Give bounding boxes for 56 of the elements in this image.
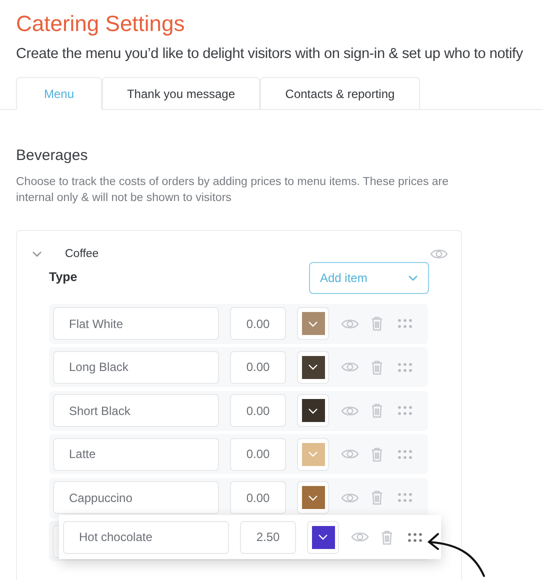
chevron-down-icon	[318, 534, 328, 540]
price-field[interactable]: 0.00	[230, 438, 286, 471]
page-subtitle: Create the menu you’d like to delight visitors with on sign-in & set up who to notify	[16, 45, 523, 64]
trash-icon[interactable]	[371, 446, 383, 462]
price-field[interactable]: 0.00	[230, 481, 286, 514]
drag-handle-icon[interactable]	[398, 362, 412, 372]
item-name-field[interactable]: Latte	[53, 438, 219, 471]
drag-handle-icon[interactable]	[398, 406, 412, 416]
type-label: Type	[49, 269, 78, 286]
chevron-down-icon	[308, 494, 318, 501]
trash-icon[interactable]	[371, 490, 383, 506]
page-title: Catering Settings	[16, 10, 185, 38]
category-name: Coffee	[65, 246, 99, 262]
color-picker[interactable]	[297, 394, 329, 428]
eye-icon[interactable]	[341, 492, 359, 504]
eye-icon[interactable]	[351, 531, 369, 544]
drag-handle-icon[interactable]	[398, 493, 412, 502]
drag-handle-icon[interactable]	[398, 450, 412, 459]
chevron-down-icon	[32, 251, 42, 258]
drag-handle-icon[interactable]	[398, 319, 412, 328]
eye-icon[interactable]	[341, 448, 359, 460]
chevron-down-icon	[308, 408, 318, 414]
item-name-field[interactable]: Hot chocolate	[63, 520, 229, 554]
color-picker[interactable]	[297, 307, 329, 340]
trash-icon[interactable]	[381, 530, 393, 545]
color-picker[interactable]	[297, 350, 329, 384]
section-title: Beverages	[16, 146, 88, 166]
chevron-down-icon	[308, 320, 318, 327]
chevron-down-icon	[308, 364, 318, 370]
item-name-field[interactable]: Cappuccino	[53, 481, 219, 514]
chevron-down-icon	[408, 274, 418, 281]
price-field[interactable]: 0.00	[230, 394, 286, 428]
collapse-toggle[interactable]	[32, 249, 42, 260]
dragged-item-row[interactable]: Hot chocolate 2.50	[59, 515, 441, 560]
color-picker[interactable]	[307, 520, 339, 554]
item-name-field[interactable]: Flat White	[53, 307, 219, 340]
price-field[interactable]: 0.00	[230, 350, 286, 384]
color-picker[interactable]	[297, 438, 329, 471]
arrow-annotation	[426, 530, 488, 578]
section-description: Choose to track the costs of orders by adding prices to menu items. These prices are internal only & will not be shown to visitors	[16, 174, 450, 206]
item-name-field[interactable]: Long Black	[53, 350, 219, 384]
eye-icon[interactable]	[341, 361, 359, 374]
price-field[interactable]: 0.00	[230, 307, 286, 340]
eye-icon[interactable]	[341, 404, 359, 417]
tab[interactable]: Contacts & reporting	[260, 77, 420, 110]
price-field[interactable]: 2.50	[240, 520, 296, 554]
trash-icon[interactable]	[371, 316, 383, 332]
eye-icon[interactable]	[341, 318, 359, 330]
trash-icon[interactable]	[371, 403, 383, 418]
eye-icon[interactable]	[430, 248, 448, 260]
color-picker[interactable]	[297, 481, 329, 514]
drag-handle-icon[interactable]	[408, 532, 422, 542]
trash-icon[interactable]	[371, 360, 383, 375]
item-name-field[interactable]: Short Black	[53, 394, 219, 428]
chevron-down-icon	[308, 451, 318, 458]
tab[interactable]: Thank you message	[102, 77, 260, 110]
